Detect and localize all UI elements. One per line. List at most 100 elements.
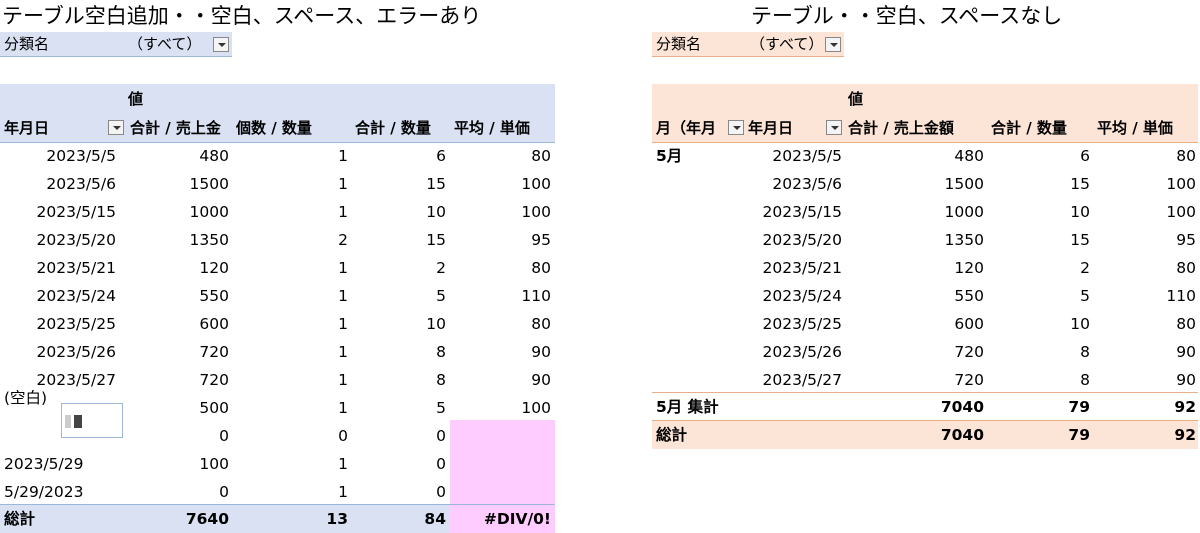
left-table-row: 2023/5/27 720 1 8 90 [0,366,555,394]
right-table-row: 2023/5/20 1350 15 95 [652,226,1198,254]
left-values-label: 値 [128,90,144,108]
right-row-field1-dropdown-icon[interactable] [728,120,744,135]
left-header-block: 値 年月日 合計 / 売上金 個数 / 数量 合計 / 数量 平均 / 単価 [0,84,555,143]
right-cell-date: 2023/5/20 [762,231,842,249]
left-row-field-label: 年月日 [4,119,50,137]
left-cell-count: 1 [338,455,348,473]
right-filter-label: 分類名 [656,35,702,53]
left-table-row: 2023/5/20 1350 2 15 95 [0,226,555,254]
right-cell-price: 80 [1176,147,1196,165]
right-row-field2-dropdown-icon[interactable] [826,120,842,135]
left-cell-qty: 8 [436,343,446,361]
left-cell-qty: 5 [436,287,446,305]
left-cell-sales: 720 [199,343,229,361]
right-cell-price: 100 [1166,203,1196,221]
left-cell-sales: 550 [199,287,229,305]
right-filter-value: （すべて） [750,35,824,53]
right-cell-qty: 8 [1080,343,1090,361]
left-cell-sales: 500 [199,399,229,417]
right-cell-qty: 15 [1070,231,1090,249]
left-filter-row: 分類名 （すべて） [0,32,232,57]
right-cell-date: 2023/5/21 [762,259,842,277]
left-cell-qty: 2 [436,259,446,277]
left-col-header-count: 個数 / 数量 [236,119,312,137]
left-cell-count: 2 [338,231,348,249]
right-cell-price: 90 [1176,343,1196,361]
left-cell-price: 90 [531,343,551,361]
right-cell-date: 2023/5/27 [762,371,842,389]
left-error-cells-bg [450,420,555,504]
right-cell-sales: 720 [954,343,984,361]
right-cell-price: 110 [1166,287,1196,305]
right-filter-row: 分類名 （すべて） [652,32,844,57]
right-cell-price: 80 [1176,315,1196,333]
left-cell-count: 0 [338,427,348,445]
left-cell-qty: 10 [426,315,446,333]
left-cell-count: 1 [338,371,348,389]
left-cell-sales: 1000 [189,203,229,221]
left-total-price: #DIV/0! [450,505,555,533]
right-table-row: 2023/5/26 720 8 90 [652,338,1198,366]
right-table-row: 2023/5/21 120 2 80 [652,254,1198,282]
left-table-row: 2023/5/24 550 1 5 110 [0,282,555,310]
right-table-row: 2023/5/15 1000 10 100 [652,198,1198,226]
right-total-row: 総計 7040 79 92 [652,420,1198,449]
right-table-row: 2023/5/24 550 5 110 [652,282,1198,310]
left-filter-label: 分類名 [4,35,50,53]
right-cell-sales: 120 [954,259,984,277]
right-row-field2-label: 年月日 [748,119,794,137]
right-cell-date: 2023/5/15 [762,203,842,221]
right-cell-qty: 8 [1080,371,1090,389]
left-cell-sales: 0 [219,427,229,445]
left-cell-price: 100 [521,203,551,221]
left-cell-count: 1 [338,147,348,165]
left-cell-price: 100 [521,175,551,193]
left-cell-date: 2023/5/24 [36,287,116,305]
left-cell-count: 1 [338,259,348,277]
left-cell-qty: 15 [426,175,446,193]
left-table-row: 2023/5/25 600 1 10 80 [0,310,555,338]
left-total-qty: 84 [424,510,446,528]
right-cell-qty: 2 [1080,259,1090,277]
left-cell-qty: 15 [426,231,446,249]
left-cell-count: 1 [338,287,348,305]
left-table-row: 2023/5/26 720 1 8 90 [0,338,555,366]
left-cell-date: 2023/5/15 [36,203,116,221]
left-row-field-dropdown-icon[interactable] [108,120,124,135]
right-col-header-sales: 合計 / 売上金額 [848,119,954,137]
left-table-row: 2023/5/5 480 1 6 80 [0,142,555,170]
right-col-header-price: 平均 / 単価 [1097,119,1173,137]
right-total-label: 総計 [656,426,688,444]
right-cell-price: 100 [1166,175,1196,193]
left-cell-sales: 0 [219,483,229,501]
left-filter-dropdown-icon[interactable] [213,37,229,52]
left-cell-count: 1 [338,175,348,193]
left-total-row: 総計 7640 13 84 #DIV/0! [0,504,555,533]
left-cell-qty: 10 [426,203,446,221]
left-col-header-sales: 合計 / 売上金 [130,119,221,137]
cursor-mark [74,415,82,428]
left-total-count: 13 [326,510,348,528]
right-subtotal-sales: 7040 [940,398,984,416]
left-cell-qty: 0 [436,427,446,445]
left-cell-sales: 1500 [189,175,229,193]
right-cell-date: 2023/5/5 [772,147,842,165]
left-cell-sales: 120 [199,259,229,277]
left-cell-count: 1 [338,343,348,361]
left-table-row: 2023/5/6 1500 1 15 100 [0,170,555,198]
left-cell-price: 95 [531,231,551,249]
left-cell-price: 90 [531,371,551,389]
left-cell-price: 100 [521,399,551,417]
right-filter-dropdown-icon[interactable] [825,37,841,52]
left-cell-sales: 720 [199,371,229,389]
right-cell-sales: 550 [954,287,984,305]
left-cell-count: 1 [338,399,348,417]
left-total-label: 総計 [4,510,36,528]
left-cell-date: 2023/5/5 [46,147,116,165]
left-cell-date: 2023/5/25 [36,315,116,333]
right-cell-qty: 15 [1070,175,1090,193]
right-subtotal-price: 92 [1174,398,1196,416]
right-table-row: 2023/5/25 600 10 80 [652,310,1198,338]
left-cell-qty: 6 [436,147,446,165]
left-col-header-qty: 合計 / 数量 [355,119,431,137]
